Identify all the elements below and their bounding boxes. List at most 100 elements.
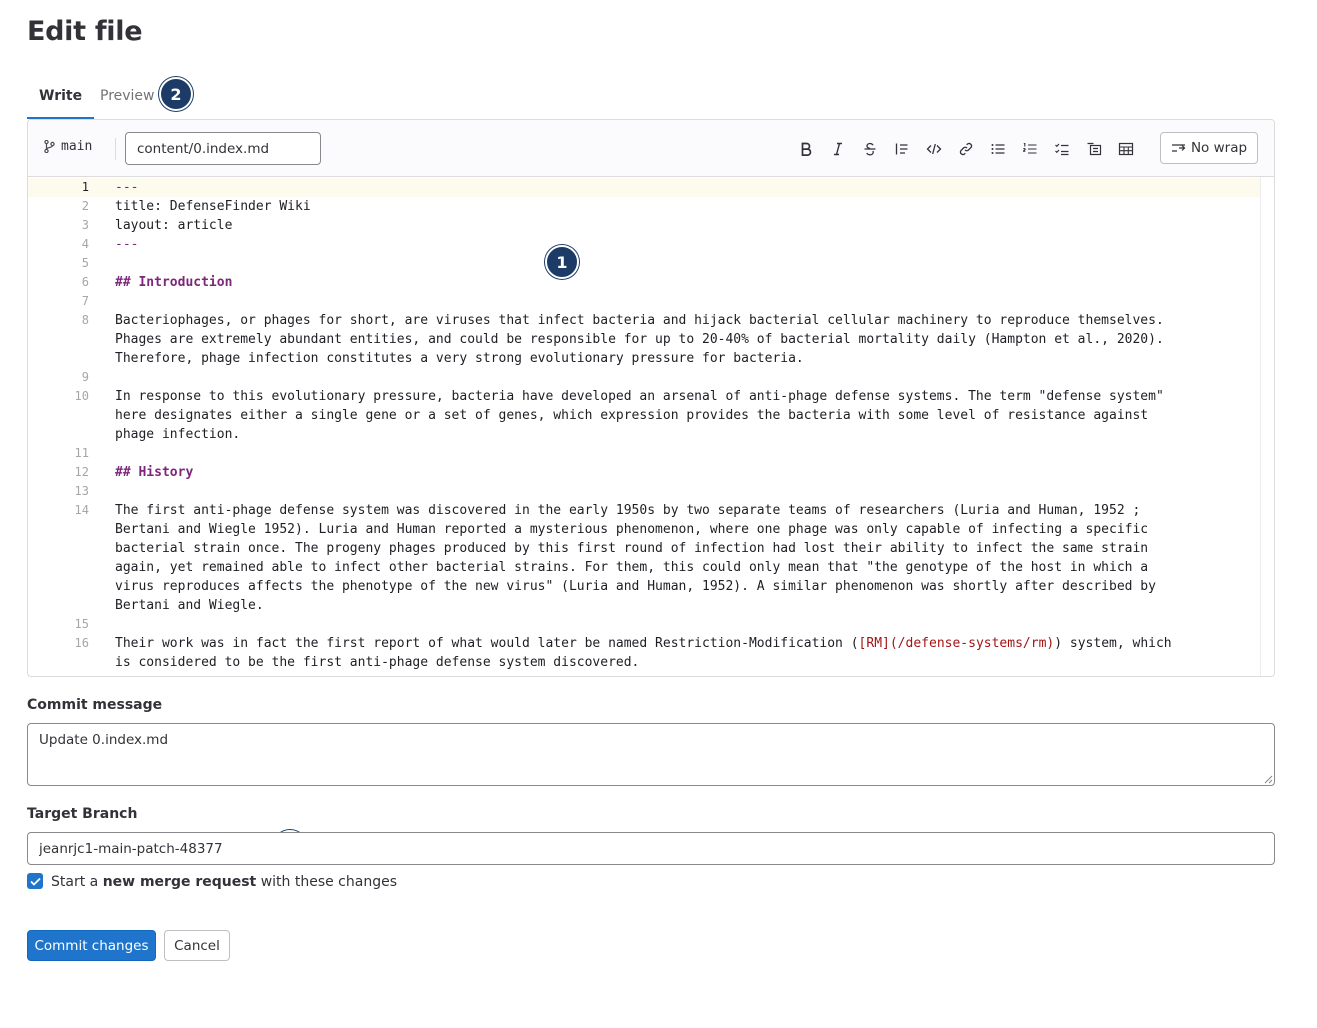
line-text: title: DefenseFinder Wiki <box>115 199 311 214</box>
merge-request-bold: new merge request <box>102 874 257 890</box>
format-toolbar <box>790 137 1142 161</box>
line-number: 13 <box>74 484 89 498</box>
line-text: Bertani and Wiegle 1952). Luria and Huma… <box>115 522 1149 537</box>
code-line: 13 <box>28 482 1260 501</box>
line-text: The first anti-phage defense system was … <box>115 503 1141 518</box>
bold-icon[interactable] <box>790 137 822 161</box>
line-number: 14 <box>74 503 89 517</box>
task-list-icon[interactable] <box>1046 137 1078 161</box>
code-line: 16 Their work was in fact the first repor… <box>28 634 1260 653</box>
merge-request-label[interactable]: Start a new merge request with these cha… <box>51 873 397 891</box>
bullet-list-icon[interactable] <box>982 137 1014 161</box>
line-number: 6 <box>81 275 89 289</box>
code-line: is considered to be the first anti-phage… <box>28 653 1260 672</box>
code-line: here designates either a single gene or … <box>28 406 1260 425</box>
no-wrap-label: No wrap <box>1190 140 1248 156</box>
resize-grip-icon[interactable] <box>1263 774 1273 784</box>
line-number: 2 <box>81 199 89 213</box>
line-text: phage infection. <box>115 427 241 442</box>
code-editor[interactable]: 1 --- 2 title: DefenseFinder Wiki 3 layout: a… <box>28 177 1260 676</box>
line-number: 1 <box>81 180 89 194</box>
line-number: 9 <box>81 370 89 384</box>
line-number: 7 <box>81 294 89 308</box>
strikethrough-icon[interactable] <box>854 137 886 161</box>
line-number: 15 <box>74 617 89 631</box>
filename-input[interactable] <box>125 132 321 165</box>
code-line: 7 <box>28 292 1260 311</box>
italic-icon[interactable] <box>822 137 854 161</box>
code-line: bacterial strain once. The progeny phage… <box>28 539 1260 558</box>
code-line: phage infection. <box>28 425 1260 444</box>
code-line: virus reproduces affects the phenotype o… <box>28 577 1260 596</box>
quote-icon[interactable] <box>886 137 918 161</box>
numbered-list-icon[interactable] <box>1014 137 1046 161</box>
code-line: 12 ## History <box>28 463 1260 482</box>
target-branch-label: Target Branch <box>27 806 138 822</box>
code-line: 3 layout: article <box>28 216 1260 235</box>
line-text: Phages are extremely abundant entities, … <box>115 332 1164 347</box>
editor-scrollbar[interactable] <box>1260 177 1274 676</box>
line-text-tail: ) system, which <box>1054 636 1172 651</box>
code-line: 8 Bacteriophages, or phages for short, ar… <box>28 311 1260 330</box>
code-line: 6 ## Introduction <box>28 273 1260 292</box>
line-number: 10 <box>74 389 89 403</box>
file-editor: main No wrap 1 --- 2 title: DefenseFinder W… <box>27 119 1275 677</box>
merge-request-prefix: Start a <box>51 874 103 890</box>
code-line: Bertani and Wiegle 1952). Luria and Huma… <box>28 520 1260 539</box>
line-number: 12 <box>74 465 89 479</box>
no-wrap-button[interactable]: No wrap <box>1160 132 1258 164</box>
line-text: Their work was in fact the first report … <box>115 634 1260 653</box>
line-text: --- <box>115 180 139 195</box>
branch-icon <box>44 140 55 153</box>
line-number: 4 <box>81 237 89 251</box>
line-text: ## Introduction <box>115 275 233 290</box>
line-text: Bacteriophages, or phages for short, are… <box>115 313 1164 328</box>
toolbar-divider <box>115 138 116 160</box>
code-line: 1 --- <box>28 178 1260 197</box>
line-text: ## History <box>115 465 194 480</box>
tab-write[interactable]: Write <box>27 77 95 119</box>
line-text: bacterial strain once. The progeny phage… <box>115 541 1149 556</box>
line-text: virus reproduces affects the phenotype o… <box>115 579 1156 594</box>
commit-message-label: Commit message <box>27 697 163 713</box>
line-number: 5 <box>81 256 89 270</box>
line-text: --- <box>115 237 139 252</box>
annotation-badge-1: 1 <box>545 245 579 279</box>
cancel-button[interactable]: Cancel <box>164 930 230 961</box>
line-text: is considered to be the first anti-phage… <box>115 655 640 670</box>
code-line: 4 --- <box>28 235 1260 254</box>
editor-toolbar: main No wrap <box>28 120 1274 177</box>
line-text: Bertani and Wiegle. <box>115 598 264 613</box>
tab-preview[interactable]: Preview <box>88 77 167 119</box>
check-icon <box>29 877 41 886</box>
code-line: Phages are extremely abundant entities, … <box>28 330 1260 349</box>
commit-message-input[interactable]: Update 0.index.md <box>27 723 1275 786</box>
branch-name: main <box>61 139 93 154</box>
line-text-part: Their work was in fact the first report … <box>115 636 859 651</box>
code-line: Bertani and Wiegle. <box>28 596 1260 615</box>
line-number: 8 <box>81 313 89 327</box>
commit-changes-button[interactable]: Commit changes <box>27 930 156 961</box>
code-line: 9 <box>28 368 1260 387</box>
wrap-icon <box>1171 144 1186 152</box>
code-line: 2 title: DefenseFinder Wiki <box>28 197 1260 216</box>
collapsible-icon[interactable] <box>1078 137 1110 161</box>
code-line: 15 <box>28 615 1260 634</box>
branch-indicator: main <box>44 139 92 154</box>
merge-request-suffix: with these changes <box>256 874 398 890</box>
annotation-badge-2: 2 <box>159 77 193 111</box>
target-branch-input[interactable] <box>27 832 1275 865</box>
code-line: 11 <box>28 444 1260 463</box>
code-line: Therefore, phage infection constitutes a… <box>28 349 1260 368</box>
line-text: here designates either a single gene or … <box>115 408 1149 423</box>
code-line: 10 In response to this evolutionary press… <box>28 387 1260 406</box>
merge-request-checkbox[interactable] <box>27 873 43 889</box>
markdown-link-text: [RM] <box>858 636 890 651</box>
code-icon[interactable] <box>918 137 950 161</box>
table-icon[interactable] <box>1110 137 1142 161</box>
markdown-link-url: (/defense-systems/rm) <box>889 636 1055 651</box>
link-icon[interactable] <box>950 137 982 161</box>
code-line: again, yet remained able to infect other… <box>28 558 1260 577</box>
line-text: layout: article <box>115 218 233 233</box>
line-number: 11 <box>74 446 89 460</box>
